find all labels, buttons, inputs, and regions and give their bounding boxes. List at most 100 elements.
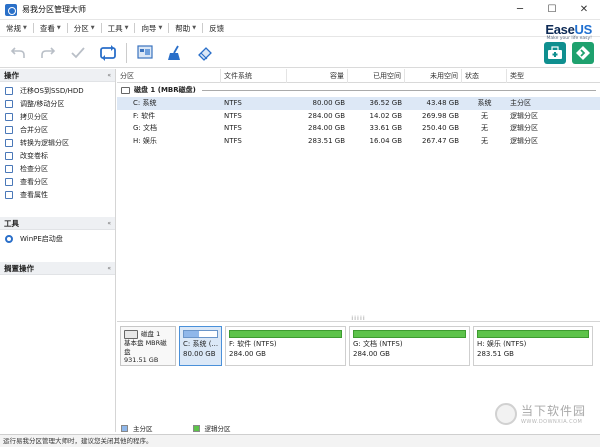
- properties-icon: [5, 190, 13, 199]
- table-row[interactable]: G: 文档 NTFS 284.00 GB 33.61 GB 250.40 GB …: [117, 122, 600, 135]
- cell-filesystem: NTFS: [224, 124, 242, 133]
- app-logo-icon: [5, 3, 17, 16]
- upgrade-button[interactable]: [572, 42, 594, 64]
- sidebar-item-copy[interactable]: 拷贝分区: [0, 110, 115, 123]
- menu-partition[interactable]: 分区 ▼: [68, 23, 101, 34]
- redo-button[interactable]: [36, 41, 60, 65]
- sidebar-item-explore[interactable]: 查看分区: [0, 175, 115, 188]
- refresh-button[interactable]: [96, 41, 120, 65]
- legend-logical: 逻辑分区: [192, 423, 231, 433]
- table-row[interactable]: H: 娱乐 NTFS 283.51 GB 16.04 GB 267.47 GB …: [117, 135, 600, 148]
- sidebar-item-merge[interactable]: 合并分区: [0, 123, 115, 136]
- pending-header[interactable]: 搁置操作 «: [0, 262, 115, 275]
- convert-icon: [5, 138, 13, 147]
- menu-wizard[interactable]: 向导 ▼: [135, 23, 168, 34]
- menu-label: 查看: [39, 23, 55, 33]
- sidebar-item-label: 改变卷标: [20, 151, 48, 160]
- collapse-icon[interactable]: «: [107, 72, 111, 79]
- minimize-button[interactable]: ─: [504, 0, 536, 20]
- disk-card[interactable]: 磁盘 1 基本盘 MBR磁盘 931.51 GB: [120, 326, 176, 366]
- disk-group-row[interactable]: 磁盘 1 (MBR磁盘): [117, 83, 600, 97]
- menu-general[interactable]: 常规 ▼: [0, 23, 33, 34]
- copy-icon: [5, 112, 13, 121]
- maximize-button[interactable]: ☐: [536, 0, 568, 20]
- undo-button[interactable]: [6, 41, 30, 65]
- column-type[interactable]: 类型: [507, 69, 600, 83]
- menu-feedback[interactable]: 反馈: [203, 23, 230, 34]
- sidebar: 操作 « 迁移OS到SSD/HDD 调整/移动分区 拷贝分区 合并分区 转换为逻…: [0, 69, 116, 432]
- sidebar-item-properties[interactable]: 查看属性: [0, 188, 115, 201]
- erase-button[interactable]: [193, 41, 217, 65]
- partition-block-size: 80.00 GB: [183, 349, 216, 358]
- operations-title: 操作: [4, 70, 19, 80]
- sidebar-item-label: 拷贝分区: [20, 112, 48, 121]
- resize-icon: [5, 99, 13, 108]
- merge-icon: [5, 125, 13, 134]
- menu-view[interactable]: 查看 ▼: [34, 23, 67, 34]
- cell-free: 250.40 GB: [422, 124, 459, 133]
- sidebar-item-resize[interactable]: 调整/移动分区: [0, 97, 115, 110]
- menu-help[interactable]: 帮助 ▼: [169, 23, 202, 34]
- disk-divider: [201, 89, 596, 91]
- apply-button[interactable]: [66, 41, 90, 65]
- partition-usage-bar: [477, 330, 589, 338]
- column-free[interactable]: 未用空间: [405, 68, 462, 83]
- sidebar-item-check[interactable]: 检查分区: [0, 162, 115, 175]
- menu-tools[interactable]: 工具 ▼: [102, 23, 135, 34]
- toolbox-icon: [548, 46, 562, 59]
- tools-header[interactable]: 工具 «: [0, 217, 115, 230]
- sidebar-item-migrate-os[interactable]: 迁移OS到SSD/HDD: [0, 84, 115, 97]
- undo-icon: [10, 46, 25, 58]
- cell-partition: C: 系统: [133, 99, 157, 108]
- menu-label: 反馈: [209, 23, 225, 33]
- toolkit-button[interactable]: [544, 42, 566, 64]
- disk-kind: 基本盘 MBR磁盘: [124, 339, 167, 356]
- close-button[interactable]: ✕: [568, 0, 600, 20]
- table-row[interactable]: C: 系统 NTFS 80.00 GB 36.52 GB 43.48 GB 系统…: [117, 97, 600, 110]
- partition-block-h[interactable]: H: 娱乐 (NTFS) 283.51 GB: [473, 326, 593, 366]
- sidebar-item-change-label[interactable]: 改变卷标: [0, 149, 115, 162]
- column-partition[interactable]: 分区: [117, 68, 221, 83]
- check-partition-icon: [5, 164, 13, 173]
- partition-block-c[interactable]: C: 系统 (... 80.00 GB: [179, 326, 222, 366]
- legend-swatch-logical: [192, 424, 200, 432]
- collapse-icon[interactable]: «: [107, 265, 111, 272]
- tools-list: WinPE启动盘: [0, 230, 115, 247]
- cell-partition: F: 软件: [133, 111, 156, 120]
- column-capacity[interactable]: 容量: [287, 68, 348, 83]
- chevron-down-icon: ▼: [158, 25, 163, 31]
- collapse-icon[interactable]: «: [107, 220, 111, 227]
- broom-icon: [168, 45, 180, 60]
- cell-status: 系统: [477, 99, 492, 108]
- partition-block-size: 283.51 GB: [477, 349, 514, 358]
- cell-used: 16.04 GB: [369, 136, 403, 145]
- legend-swatch-primary: [121, 424, 128, 432]
- legend: 主分区 逻辑分区: [117, 423, 231, 433]
- partition-block-g[interactable]: G: 文档 (NTFS) 284.00 GB: [349, 326, 470, 366]
- sidebar-item-label: 转换为逻辑分区: [20, 138, 69, 147]
- sidebar-item-label: WinPE启动盘: [20, 234, 63, 243]
- partition-block-f[interactable]: F: 软件 (NTFS) 284.00 GB: [225, 326, 346, 366]
- cell-free: 269.98 GB: [422, 111, 459, 120]
- cell-partition: H: 娱乐: [133, 136, 157, 145]
- cell-used: 33.61 GB: [369, 124, 403, 133]
- hard-disk-icon: [121, 86, 130, 94]
- disk-view-button[interactable]: [133, 41, 157, 65]
- chevron-down-icon: ▼: [56, 25, 61, 31]
- sidebar-item-winpe[interactable]: WinPE启动盘: [0, 232, 115, 245]
- column-filesystem[interactable]: 文件系统: [221, 68, 287, 83]
- cell-type: 逻辑分区: [510, 124, 538, 133]
- table-row[interactable]: F: 软件 NTFS 284.00 GB 14.02 GB 269.98 GB …: [117, 110, 600, 123]
- sidebar-item-convert-logical[interactable]: 转换为逻辑分区: [0, 136, 115, 149]
- wipe-button[interactable]: [163, 41, 187, 65]
- operations-header[interactable]: 操作 «: [0, 69, 115, 82]
- legend-primary: 主分区: [121, 423, 153, 433]
- column-status[interactable]: 状态: [462, 68, 507, 83]
- diamond-arrow-icon: [576, 46, 590, 60]
- cell-capacity: 283.51 GB: [308, 136, 345, 145]
- disk-card-title: 磁盘 1: [124, 330, 172, 339]
- column-used[interactable]: 已用空间: [348, 68, 405, 83]
- toolbar: [0, 38, 600, 68]
